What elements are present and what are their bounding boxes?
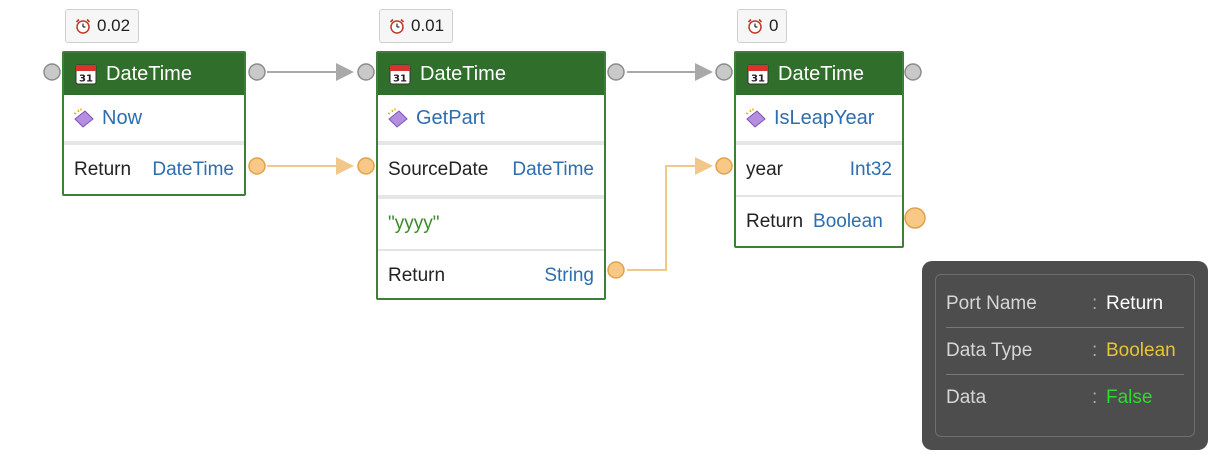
port-type: DateTime — [152, 159, 234, 180]
exec-in-port-node1[interactable] — [43, 63, 61, 81]
exec-in-port-node2[interactable] — [357, 63, 375, 81]
exec-out-port-node2[interactable] — [607, 63, 625, 81]
port-info-tooltip: Port Name : Return Data Type : Boolean D… — [922, 261, 1208, 450]
port-row-return: Return Boolean — [736, 195, 902, 247]
node-datetime-getpart[interactable]: 31 DateTime GetPart SourceDate DateTime … — [376, 51, 606, 300]
svg-text:31: 31 — [393, 74, 407, 85]
method-wand-icon — [73, 108, 94, 128]
alarm-clock-icon — [389, 18, 405, 34]
data-in-port-year[interactable] — [715, 157, 733, 175]
svg-text:31: 31 — [79, 74, 93, 85]
tooltip-separator: : — [1092, 340, 1098, 361]
tooltip-label: Data — [946, 387, 987, 408]
data-out-port-isleapyear-return[interactable] — [904, 207, 926, 229]
method-row[interactable]: Now — [64, 95, 244, 145]
method-wand-icon — [387, 108, 408, 128]
exec-wire-2-3 — [627, 63, 713, 81]
port-name: SourceDate — [388, 159, 489, 180]
port-row-return: Return DateTime — [64, 145, 244, 195]
method-name: Now — [102, 106, 143, 129]
tooltip-body: Port Name : Return Data Type : Boolean D… — [935, 274, 1195, 437]
port-type: Int32 — [849, 159, 892, 180]
exec-wire-1-2 — [267, 63, 354, 81]
data-in-port-sourcedate[interactable] — [357, 157, 375, 175]
method-row[interactable]: GetPart — [378, 95, 604, 145]
exec-in-port-node3[interactable] — [715, 63, 733, 81]
method-row[interactable]: IsLeapYear — [736, 95, 902, 145]
execution-time-badge: 0.02 — [65, 9, 140, 43]
tooltip-separator: : — [1092, 387, 1098, 408]
method-name: IsLeapYear — [774, 106, 875, 129]
port-type: String — [544, 265, 594, 286]
method-name: GetPart — [416, 106, 485, 129]
node-header[interactable]: 31 DateTime — [378, 53, 604, 95]
execution-time-badge: 0 — [737, 9, 788, 43]
data-wire-getpart-to-year — [627, 157, 713, 271]
node-title: DateTime — [778, 62, 864, 85]
execution-time-badge: 0.01 — [379, 9, 454, 43]
execution-time-value: 0.01 — [411, 16, 445, 35]
node-datetime-now[interactable]: 31 DateTime Now Return DateTime — [62, 51, 246, 196]
port-row-return: Return String — [378, 249, 604, 301]
calendar-icon: 31 — [75, 64, 97, 85]
node-header[interactable]: 31 DateTime — [64, 53, 244, 95]
port-row-year: year Int32 — [736, 145, 902, 195]
tooltip-row-data: Data : False — [946, 374, 1184, 421]
calendar-icon: 31 — [747, 64, 769, 85]
node-title: DateTime — [106, 62, 192, 85]
node-datetime-isleapyear[interactable]: 31 DateTime IsLeapYear year Int32 Return… — [734, 51, 904, 248]
data-wire-now-to-sourcedate — [267, 157, 354, 175]
port-name: year — [746, 159, 783, 180]
execution-time-value: 0 — [769, 16, 779, 35]
data-out-port-getpart-return[interactable] — [607, 261, 625, 279]
alarm-clock-icon — [75, 18, 91, 34]
tooltip-label: Data Type — [946, 340, 1033, 361]
tooltip-row-data-type: Data Type : Boolean — [946, 327, 1184, 374]
tooltip-value: Return — [1106, 293, 1164, 314]
port-type: DateTime — [512, 159, 594, 180]
tooltip-value: Boolean — [1106, 340, 1176, 361]
calendar-icon: 31 — [389, 64, 411, 85]
data-out-port-now-return[interactable] — [248, 157, 266, 175]
port-row-format-literal[interactable]: "yyyy" — [378, 195, 604, 249]
tooltip-value: False — [1106, 387, 1153, 408]
port-type: Boolean — [813, 211, 883, 232]
tooltip-separator: : — [1092, 293, 1098, 314]
port-name: Return — [746, 211, 804, 232]
exec-out-port-node3[interactable] — [904, 63, 922, 81]
node-header[interactable]: 31 DateTime — [736, 53, 902, 95]
literal-value[interactable]: "yyyy" — [388, 213, 440, 235]
tooltip-row-port-name: Port Name : Return — [946, 281, 1184, 327]
port-name: Return — [388, 265, 446, 286]
tooltip-label: Port Name — [946, 293, 1037, 314]
exec-out-port-node1[interactable] — [248, 63, 266, 81]
svg-text:31: 31 — [751, 74, 765, 85]
port-row-sourcedate: SourceDate DateTime — [378, 145, 604, 195]
execution-time-value: 0.02 — [97, 16, 131, 35]
alarm-clock-icon — [747, 18, 763, 34]
method-wand-icon — [745, 108, 766, 128]
port-name: Return — [74, 159, 132, 180]
node-title: DateTime — [420, 62, 506, 85]
